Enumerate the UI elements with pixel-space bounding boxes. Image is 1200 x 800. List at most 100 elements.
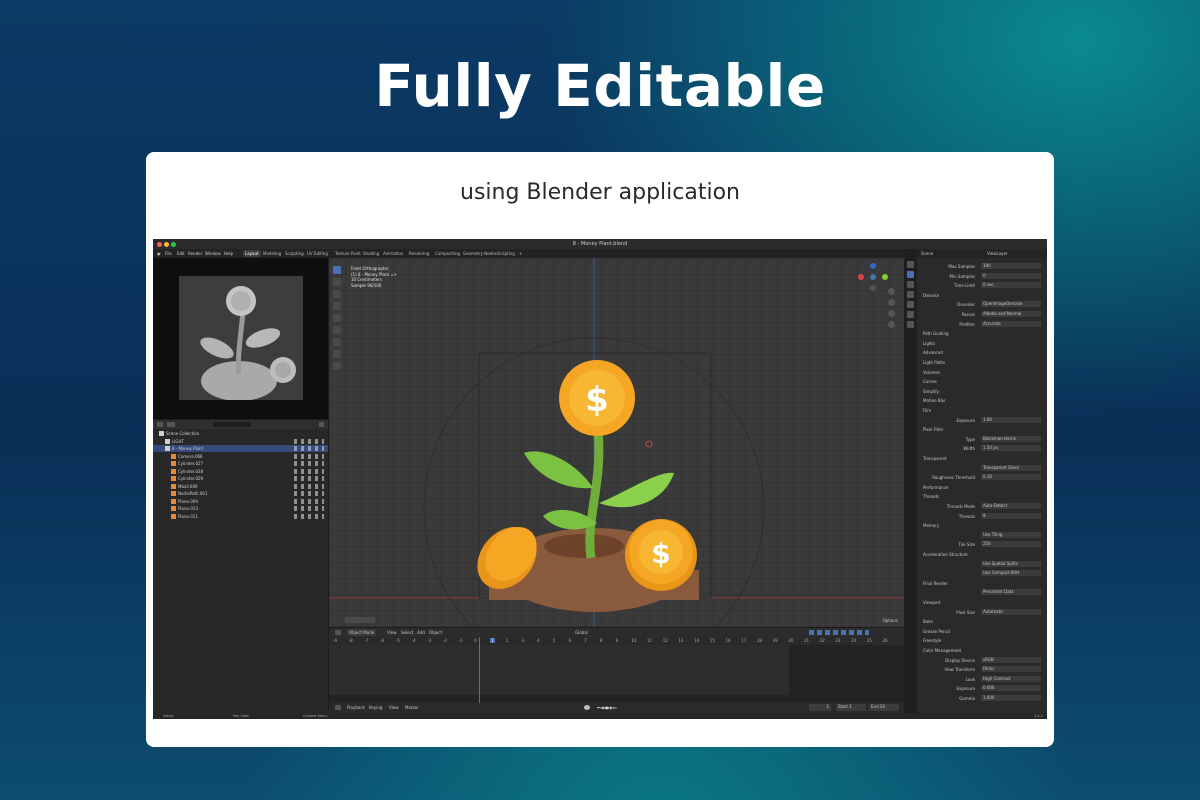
bottom-mode-buttons[interactable] — [345, 617, 375, 623]
render-tab-icon[interactable] — [907, 271, 914, 278]
visibility-toggles[interactable] — [294, 506, 324, 511]
property-row[interactable]: Gamma 1.000 — [919, 695, 1045, 702]
scene-tab-icon[interactable] — [907, 301, 914, 308]
visibility-toggles[interactable] — [294, 446, 324, 451]
scale-tool-icon[interactable] — [333, 314, 341, 322]
property-value[interactable]: 1.000 — [981, 695, 1041, 701]
menu-select[interactable]: Select — [401, 630, 413, 635]
property-row[interactable]: Width 1.50 px — [919, 445, 1045, 452]
menu-view[interactable]: View — [387, 630, 397, 635]
visibility-toggles[interactable] — [294, 491, 324, 496]
panel-header[interactable]: Path Guiding — [919, 330, 1045, 337]
tab-layout[interactable]: Layout — [243, 250, 261, 257]
tool-tab-icon[interactable] — [907, 261, 914, 268]
property-value[interactable]: 0.10 — [981, 474, 1041, 481]
property-row[interactable]: Tile Size 256 — [919, 541, 1045, 548]
camera-view-icon[interactable] — [888, 310, 895, 317]
tab-modeling[interactable]: Modeling — [261, 250, 283, 257]
panel-header[interactable]: Threads — [919, 493, 1045, 500]
panel-header[interactable]: Freestyle — [919, 637, 1045, 644]
output-tab-icon[interactable] — [907, 281, 914, 288]
pan-hand-icon[interactable] — [888, 299, 895, 306]
view-menu[interactable]: View — [389, 705, 399, 710]
rotate-tool-icon[interactable] — [333, 302, 341, 310]
record-icon[interactable] — [584, 705, 590, 710]
visibility-toggles[interactable] — [294, 468, 324, 474]
outliner-row[interactable]: Camera.066 — [153, 453, 328, 460]
property-row[interactable]: Type Blackman-Harris — [919, 435, 1045, 443]
outliner-row[interactable]: Scene Collection — [153, 430, 328, 437]
frame-ruler[interactable]: -9 -8 -7 -6 -5 -4 -3 -2 -1 0 1 2 3 4 5 6 7 8 9 10 11 12 13 14 15… — [329, 637, 904, 645]
panel-header[interactable]: Light Paths — [919, 359, 1045, 366]
visibility-toggles[interactable] — [294, 438, 324, 444]
property-value[interactable]: Accurate — [981, 320, 1041, 327]
menu-object[interactable]: Object — [429, 630, 442, 635]
panel-header[interactable]: Simplify — [919, 388, 1045, 395]
editor-type-icon[interactable] — [157, 422, 163, 427]
property-value[interactable]: 0.000 — [981, 685, 1041, 692]
transform-tool-icon[interactable] — [333, 326, 341, 334]
zoom-icon[interactable] — [888, 288, 895, 295]
outliner-row[interactable]: Cylinder.027 — [153, 460, 328, 467]
visibility-toggles[interactable] — [294, 483, 324, 489]
measure-tool-icon[interactable] — [333, 350, 341, 358]
property-value[interactable]: Albedo and Normal — [981, 311, 1041, 317]
property-value[interactable]: 256 — [981, 541, 1041, 548]
panel-header[interactable]: Performance — [919, 484, 1045, 491]
outliner-search-input[interactable] — [213, 422, 251, 427]
panel-header[interactable]: Denoise — [919, 292, 1045, 299]
property-row[interactable]: Use Spatial Splits — [919, 560, 1045, 568]
outliner-row[interactable]: Cylinder.028 — [153, 468, 328, 475]
annotate-tool-icon[interactable] — [333, 338, 341, 346]
move-tool-icon[interactable] — [333, 290, 341, 298]
menu-help[interactable]: Help — [224, 251, 233, 256]
options-button[interactable]: Options — [883, 618, 898, 623]
property-row[interactable]: Transparent Glass — [919, 464, 1045, 472]
outliner-row[interactable]: 8 - Money Plant — [153, 445, 328, 452]
outliner-row[interactable]: Plane.011 — [153, 513, 328, 520]
property-value[interactable]: 0 — [981, 272, 1041, 279]
outliner-row[interactable]: Cylinder.029 — [153, 475, 328, 482]
tab-sculpting[interactable]: Sculpting — [283, 250, 306, 257]
property-row[interactable]: Min Samples 0 — [919, 272, 1045, 280]
outliner-row[interactable]: Plane.009 — [153, 498, 328, 505]
tab-compositing[interactable]: Compositing — [433, 250, 462, 257]
grid-view-icon[interactable] — [888, 321, 895, 328]
property-row[interactable]: Denoiser OpenImageDenoise — [919, 301, 1045, 308]
property-value[interactable]: Transparent Glass — [981, 464, 1041, 471]
panel-header[interactable]: Film — [919, 407, 1045, 414]
property-row[interactable]: Look High Contrast — [919, 675, 1045, 683]
outliner-row[interactable]: Mball.009 — [153, 483, 328, 490]
property-value[interactable]: Filmic — [981, 666, 1041, 673]
outliner-row[interactable]: Plane.013 — [153, 505, 328, 512]
object-mode-dropdown[interactable]: Object Mode — [347, 629, 377, 636]
end-frame-field[interactable]: End 26 — [869, 704, 899, 711]
property-row[interactable]: Display Device sRGB — [919, 656, 1045, 664]
world-tab-icon[interactable] — [907, 311, 914, 318]
visibility-toggles[interactable] — [294, 453, 324, 459]
property-row[interactable]: Use Tiling — [919, 531, 1045, 539]
panel-header[interactable]: Transparent — [919, 455, 1045, 462]
property-row[interactable]: Max Samples 100 — [919, 263, 1045, 270]
tab-uv-editing[interactable]: UV Editing — [305, 250, 330, 257]
view-layer-selector[interactable]: ViewLayer — [987, 251, 1008, 256]
property-value[interactable]: 100 — [981, 263, 1041, 269]
tab-shading[interactable]: Shading — [361, 250, 381, 257]
visibility-toggles[interactable] — [294, 461, 324, 466]
tab-geometry-nodes[interactable]: Geometry Nodes — [461, 250, 499, 257]
panel-header[interactable]: Volumes — [919, 369, 1045, 376]
view-layer-tab-icon[interactable] — [907, 291, 914, 298]
panel-header[interactable]: Viewport — [919, 599, 1045, 606]
property-row[interactable]: Passes Albedo and Normal — [919, 311, 1045, 318]
property-row[interactable]: View Transform Filmic — [919, 666, 1045, 673]
property-value[interactable]: Use Tiling — [981, 531, 1041, 538]
tab-scripting[interactable]: Scripting — [495, 250, 517, 257]
visibility-toggles[interactable] — [294, 476, 324, 481]
start-frame-field[interactable]: Start 1 — [836, 704, 866, 711]
property-row[interactable]: Time Limit 0 sec — [919, 282, 1045, 289]
add-cube-tool-icon[interactable] — [333, 362, 341, 370]
property-value[interactable]: Auto-Detect — [981, 503, 1041, 509]
panel-header[interactable]: Pixel Filter — [919, 426, 1045, 433]
panel-header[interactable]: Lights — [919, 340, 1045, 347]
property-value[interactable]: High Contrast — [981, 675, 1041, 682]
